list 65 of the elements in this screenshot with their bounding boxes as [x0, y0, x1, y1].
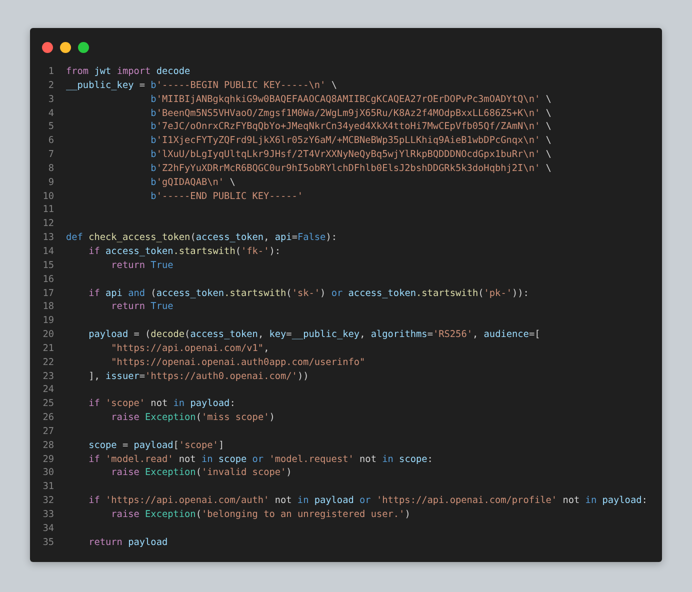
code-line: def check_access_token(access_token, api=False):	[66, 231, 337, 245]
line-number: 14	[42, 244, 54, 259]
line-number: 33	[42, 508, 54, 522]
maximize-button[interactable]	[78, 42, 89, 53]
line-number: 6	[47, 134, 54, 148]
line-number: 32	[42, 494, 54, 508]
code-line: if 'https://api.openai.com/auth' not in payload or 'https://api.openai.com/profile' not in payload:	[88, 494, 648, 508]
code-line: b'-----END PUBLIC KEY-----'	[150, 190, 304, 204]
code-line: b'lXuU/bLgIyqUltqLkr9JHsf/2T4VrXXNyNeQyBq5wjYlRkpBQDDDNOcdGpx1buRr\n' \	[150, 148, 552, 162]
code-line: if 'model.read' not in scope or 'model.request' not in scope:	[88, 452, 433, 466]
line-number: 31	[42, 480, 54, 494]
code-line: b'I1XjecFYTyZQFrd9LjkX6lr05zY6aM/+MCBNeBWp35pLLKhiq9AieB1wbDPcGnqx\n' \	[150, 134, 552, 148]
code-line: return payload	[88, 536, 168, 550]
line-number: 19	[42, 314, 54, 328]
line-number: 26	[42, 411, 54, 425]
line-number: 8	[47, 162, 54, 176]
line-number: 4	[47, 106, 54, 120]
code-line: "https://api.openai.com/v1",	[110, 342, 270, 356]
code-line: ], issuer='https://auth0.openai.com/'))	[88, 370, 309, 384]
line-number: 21	[42, 342, 54, 356]
line-number: 18	[42, 300, 54, 314]
code-line: scope = payload['scope']	[88, 438, 224, 453]
line-number: 1	[47, 65, 54, 79]
line-number: 5	[47, 120, 54, 134]
code-line: raise Exception('invalid scope')	[110, 466, 292, 480]
line-number: 24	[42, 383, 54, 398]
code-line: payload = (decode(access_token, key=__public_key, algorithms='RS256', audience=[	[88, 328, 540, 342]
code-line: return True	[110, 258, 174, 273]
minimize-button[interactable]	[60, 42, 71, 53]
line-number: 16	[42, 272, 54, 286]
code-line: __public_key = b'-----BEGIN PUBLIC KEY-----\n' \	[66, 78, 337, 93]
line-number: 27	[42, 424, 54, 439]
line-number: 3	[47, 92, 54, 107]
line-number: 11	[42, 203, 54, 218]
code-line: raise Exception('belonging to an unregistered user.')	[110, 508, 410, 522]
code-line: if access_token.startswith('fk-'):	[88, 244, 281, 259]
code-line: return True	[110, 300, 174, 314]
line-number: 12	[42, 217, 54, 232]
code-line: b'7eJC/oOnrxCRzFYBqQbYo+JMeqNkrCn34yed4XkX4ttoHi7MwCEpVfb05Qf/ZAmN\n' \	[150, 120, 552, 134]
line-number: 29	[42, 452, 54, 466]
code-line: b'gQIDAQAB\n' \	[150, 176, 236, 190]
line-number: 34	[42, 522, 54, 536]
code-line: raise Exception('miss scope')	[110, 411, 275, 425]
line-number: 35	[42, 536, 54, 550]
line-number: 7	[47, 148, 54, 162]
line-number: 23	[42, 370, 54, 384]
code-line: b'Z2hFyYuXDRrMcR6BQGC0ur9hI5obRYlchDFhlb0ElsJ2bshDDGRk5k3doHqbhj2I\n' \	[150, 162, 552, 176]
line-number: 17	[42, 286, 54, 300]
line-number: 15	[42, 258, 54, 273]
line-number: 9	[47, 176, 54, 190]
code-line: if api and (access_token.startswith('sk-') or access_token.startswith('pk-')):	[88, 286, 529, 300]
line-number: 20	[42, 328, 54, 342]
line-number: 2	[47, 78, 54, 93]
code-line: b'BeenQm5NS5VHVaoO/Zmgsf1M0Wa/2WgLm9jX65Ru/K8Az2f4MOdpBxxLL686ZS+K\n' \	[150, 106, 552, 120]
line-number: 25	[42, 397, 54, 412]
line-number: 30	[42, 466, 54, 480]
line-number: 13	[42, 231, 54, 245]
close-button[interactable]	[42, 42, 53, 53]
code-line: if 'scope' not in payload:	[88, 397, 236, 412]
line-number: 28	[42, 438, 54, 453]
code-line: b'MIIBIjANBgkqhkiG9w0BAQEFAAOCAQ8AMIIBCgKCAQEA27rOErDOPvPc3mOADYtQ\n' \	[150, 92, 552, 107]
code-line: "https://openai.openai.auth0app.com/userinfo"	[110, 356, 366, 370]
line-number: 22	[42, 356, 54, 370]
line-number: 10	[42, 190, 54, 204]
code-line: from jwt import decode	[66, 65, 190, 79]
